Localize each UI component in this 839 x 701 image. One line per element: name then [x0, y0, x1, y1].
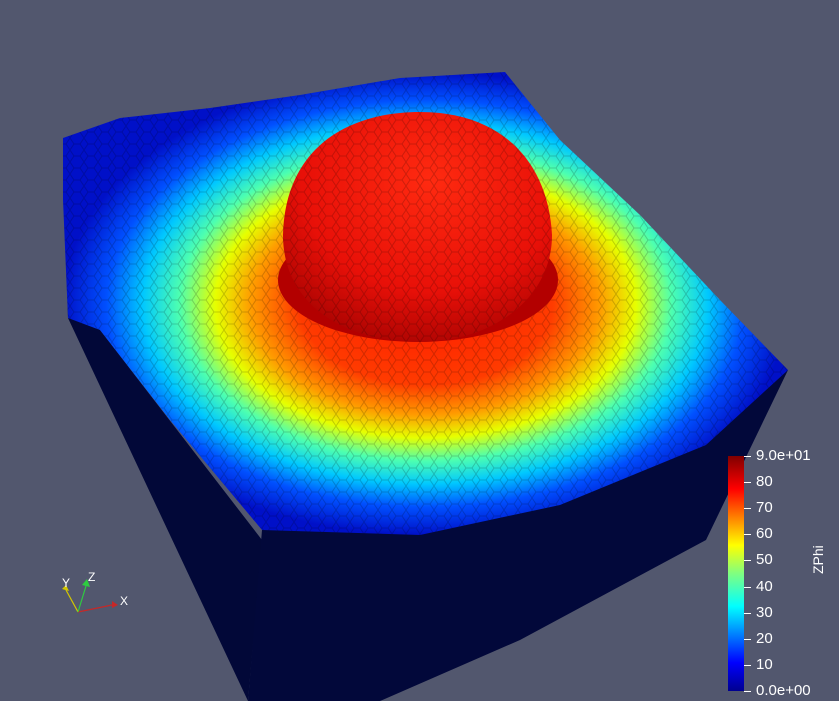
colorbar-tick — [744, 482, 751, 483]
colorbar-tick — [744, 665, 751, 666]
colorbar-tick-label: 10 — [756, 656, 773, 673]
orientation-axes-widget: X Y Z — [50, 565, 140, 625]
colorbar-tick — [744, 560, 751, 561]
colorbar-tick-label: 9.0e+01 — [756, 447, 811, 464]
colorbar-tick-label: 30 — [756, 604, 773, 621]
colorbar-tick — [744, 534, 751, 535]
axis-z-label: Z — [88, 570, 96, 584]
colorbar-tick-label: 70 — [756, 499, 773, 516]
colorbar-tick-label: 50 — [756, 551, 773, 568]
colorbar-tick — [744, 613, 751, 614]
colorbar-tick-label: 20 — [756, 630, 773, 647]
colorbar-tick-label: 0.0e+00 — [756, 682, 811, 699]
colorbar-tick-label: 80 — [756, 473, 773, 490]
colorbar-tick — [744, 587, 751, 588]
colorbar-tick — [744, 639, 751, 640]
render-viewport[interactable]: 9.0e+01 80 70 60 50 40 30 20 10 0.0e+00 ZPhi X Y … — [0, 0, 839, 701]
axis-x-label: X — [120, 594, 129, 608]
colorbar-tick — [744, 508, 751, 509]
colorbar-gradient — [728, 456, 744, 691]
colorbar-tick-label: 40 — [756, 578, 773, 595]
colorbar-tick-label: 60 — [756, 525, 773, 542]
axis-y-label: Y — [62, 576, 71, 590]
colorbar-tick — [744, 691, 751, 692]
colorbar-tick — [744, 456, 751, 457]
colorbar-title: ZPhi — [810, 545, 826, 574]
